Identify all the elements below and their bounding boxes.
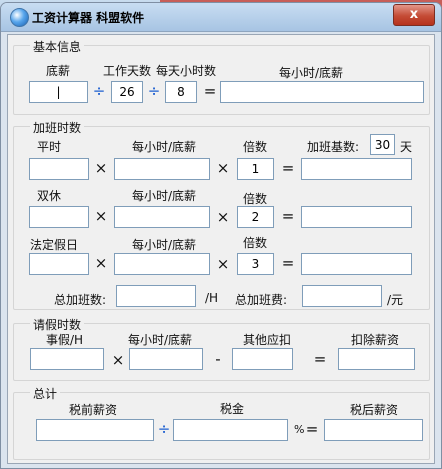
divide-operator: ÷ xyxy=(157,420,171,438)
aftertax-salary-label: 税后薪资 xyxy=(350,403,399,417)
overtime-hourly-label: 每小时/底薪 xyxy=(132,238,197,252)
leave-hourly-input[interactable] xyxy=(129,348,203,370)
equals-operator: = xyxy=(203,82,217,100)
leave-group: 请假时数 事假/H 每小时/底薪 其他应扣 扣除薪资 × - = xyxy=(13,316,430,381)
overtime-normal-label: 平时 xyxy=(37,140,62,154)
salary-deduction-label: 扣除薪资 xyxy=(351,333,400,347)
multiply-operator: × xyxy=(94,159,108,177)
hourly-base-label: 每小时/底薪 xyxy=(279,66,344,80)
total-overtime-count-output[interactable] xyxy=(116,285,196,307)
overtime-normal-result[interactable] xyxy=(301,158,412,180)
overtime-base-label: 加班基数: xyxy=(307,140,360,154)
overtime-title: 加班时数 xyxy=(30,119,85,136)
title-bar[interactable]: 工资计算器 科盟软件 x xyxy=(1,3,441,32)
leave-hourly-label: 每小时/底薪 xyxy=(128,333,193,347)
other-deduction-input[interactable] xyxy=(232,348,293,370)
overtime-normal-hourly-input[interactable] xyxy=(114,158,210,180)
overtime-weekend-result[interactable] xyxy=(301,206,412,228)
personal-leave-hours-input[interactable] xyxy=(30,348,104,370)
overtime-holiday-hours-input[interactable] xyxy=(29,253,89,275)
percent-sign: % xyxy=(294,423,305,436)
total-group: 总计 税前薪资 税金 税后薪资 ÷ % = xyxy=(13,385,430,460)
multiply-operator: × xyxy=(216,255,230,273)
overtime-hourly-label: 每小时/底薪 xyxy=(132,189,197,203)
equals-operator: = xyxy=(313,350,327,368)
hours-per-day-input[interactable] xyxy=(165,81,197,103)
aftertax-salary-output[interactable] xyxy=(324,419,423,441)
overtime-normal-multiplier-input[interactable] xyxy=(237,158,274,180)
equals-operator: = xyxy=(281,254,295,272)
multiply-operator: × xyxy=(94,254,108,272)
tax-label: 税金 xyxy=(220,402,245,416)
multiplier-label: 倍数 xyxy=(243,140,268,154)
basic-info-group: 基本信息 底薪 工作天数 每天小时数 每小时/底薪 ÷ ÷ = xyxy=(13,38,430,115)
total-title: 总计 xyxy=(30,385,61,402)
overtime-base-input[interactable] xyxy=(370,134,395,155)
equals-operator: = xyxy=(305,420,319,438)
multiply-operator: × xyxy=(111,351,125,369)
multiply-operator: × xyxy=(216,159,230,177)
hourly-base-output[interactable] xyxy=(220,81,424,103)
personal-leave-label: 事假/H xyxy=(46,333,84,347)
multiplier-label: 倍数 xyxy=(243,192,268,206)
overtime-weekend-multiplier-input[interactable] xyxy=(237,206,274,228)
other-deduction-label: 其他应扣 xyxy=(243,333,292,347)
total-overtime-fee-output[interactable] xyxy=(302,285,382,307)
client-area: 基本信息 底薪 工作天数 每天小时数 每小时/底薪 ÷ ÷ = 加班时数 平时 … xyxy=(7,34,435,464)
salary-calculator-window: 工资计算器 科盟软件 x 基本信息 底薪 工作天数 每天小时数 每小时/底薪 ÷… xyxy=(0,2,442,469)
overtime-holiday-multiplier-input[interactable] xyxy=(237,253,274,275)
app-globe-icon xyxy=(10,8,29,27)
workdays-label: 工作天数 xyxy=(103,64,152,78)
pretax-salary-label: 税前薪资 xyxy=(69,403,118,417)
total-overtime-count-label: 总加班数: xyxy=(54,293,107,307)
pretax-salary-output[interactable] xyxy=(36,419,154,441)
workdays-input[interactable] xyxy=(111,81,143,103)
base-salary-input[interactable] xyxy=(29,81,88,103)
overtime-group: 加班时数 平时 每小时/底薪 倍数 加班基数: 天 × × = 双休 每小时/底… xyxy=(13,119,430,310)
equals-operator: = xyxy=(281,207,295,225)
overtime-holiday-result[interactable] xyxy=(301,253,412,275)
total-overtime-count-unit: /H xyxy=(205,291,219,305)
overtime-holiday-label: 法定假日 xyxy=(30,238,79,252)
overtime-weekend-hourly-input[interactable] xyxy=(114,206,210,228)
overtime-hourly-label: 每小时/底薪 xyxy=(132,140,197,154)
hours-per-day-label: 每天小时数 xyxy=(156,64,217,78)
window-title: 工资计算器 科盟软件 xyxy=(32,11,145,25)
close-button[interactable]: x xyxy=(393,4,435,26)
total-overtime-fee-unit: /元 xyxy=(387,293,404,307)
multiply-operator: × xyxy=(216,208,230,226)
overtime-normal-hours-input[interactable] xyxy=(29,158,89,180)
salary-deduction-output[interactable] xyxy=(338,348,415,370)
basic-info-title: 基本信息 xyxy=(30,38,85,55)
tax-input[interactable] xyxy=(173,419,288,441)
base-salary-label: 底薪 xyxy=(46,64,71,78)
overtime-base-unit: 天 xyxy=(400,140,413,154)
divide-operator: ÷ xyxy=(147,82,161,100)
minus-operator: - xyxy=(215,350,221,368)
overtime-weekend-label: 双休 xyxy=(37,189,62,203)
total-overtime-fee-label: 总加班费: xyxy=(235,293,288,307)
divide-operator: ÷ xyxy=(92,82,106,100)
overtime-holiday-hourly-input[interactable] xyxy=(114,253,210,275)
equals-operator: = xyxy=(281,159,295,177)
multiplier-label: 倍数 xyxy=(243,236,268,250)
multiply-operator: × xyxy=(94,207,108,225)
overtime-weekend-hours-input[interactable] xyxy=(29,206,89,228)
